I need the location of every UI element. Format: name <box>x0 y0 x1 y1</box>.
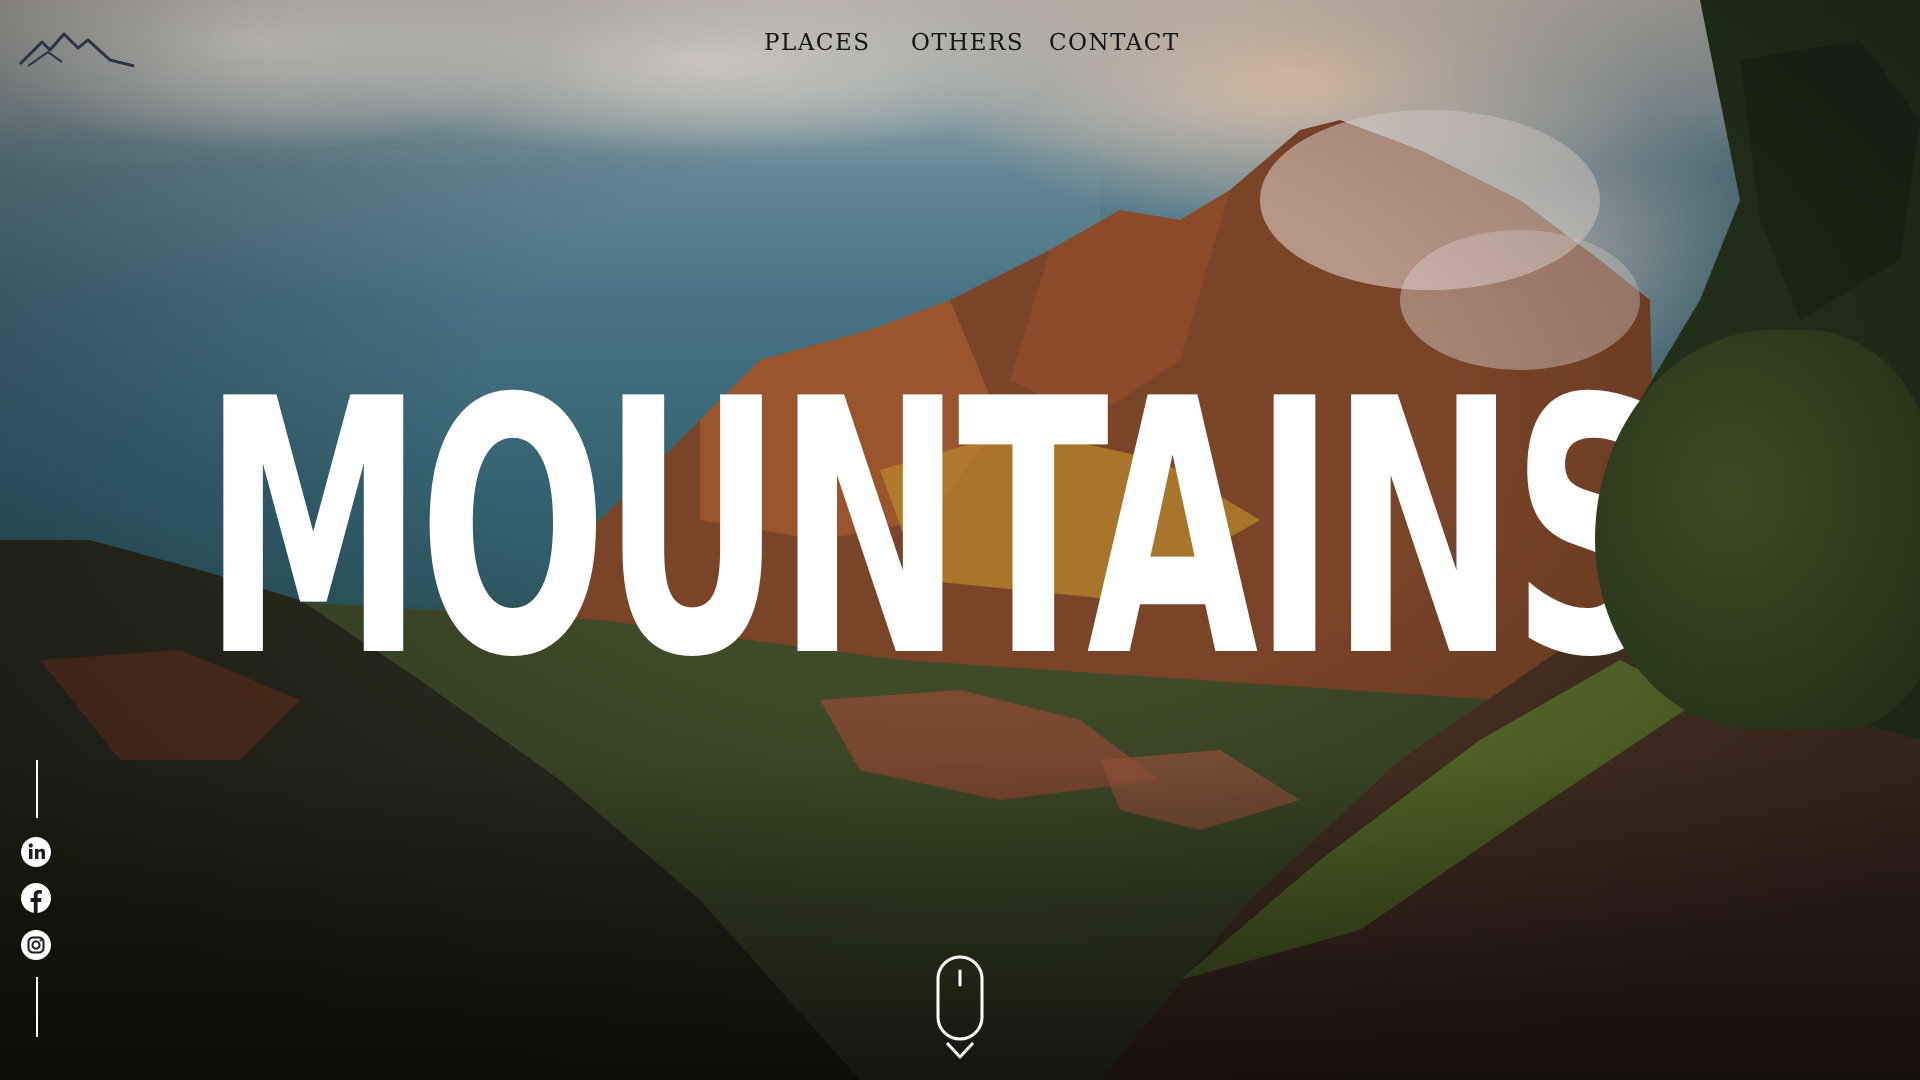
mouse-scroll-icon[interactable] <box>935 955 985 1060</box>
hero-title: MOUNTAINS <box>203 325 1671 735</box>
social-rail-bottom-line <box>36 977 38 1037</box>
nav-contact-link[interactable]: CONTACT <box>1049 30 1180 56</box>
facebook-icon[interactable] <box>20 882 52 914</box>
linkedin-icon[interactable] <box>20 836 52 868</box>
instagram-icon[interactable] <box>20 929 52 961</box>
main-nav: PLACES OTHERS CONTACT <box>0 30 1920 70</box>
social-rail-top-line <box>36 760 38 818</box>
hero-section: PLACES OTHERS CONTACT MOUNTAINS <box>0 0 1920 1080</box>
nav-places-link[interactable]: PLACES <box>764 30 871 56</box>
nav-others-link[interactable]: OTHERS <box>911 30 1024 56</box>
